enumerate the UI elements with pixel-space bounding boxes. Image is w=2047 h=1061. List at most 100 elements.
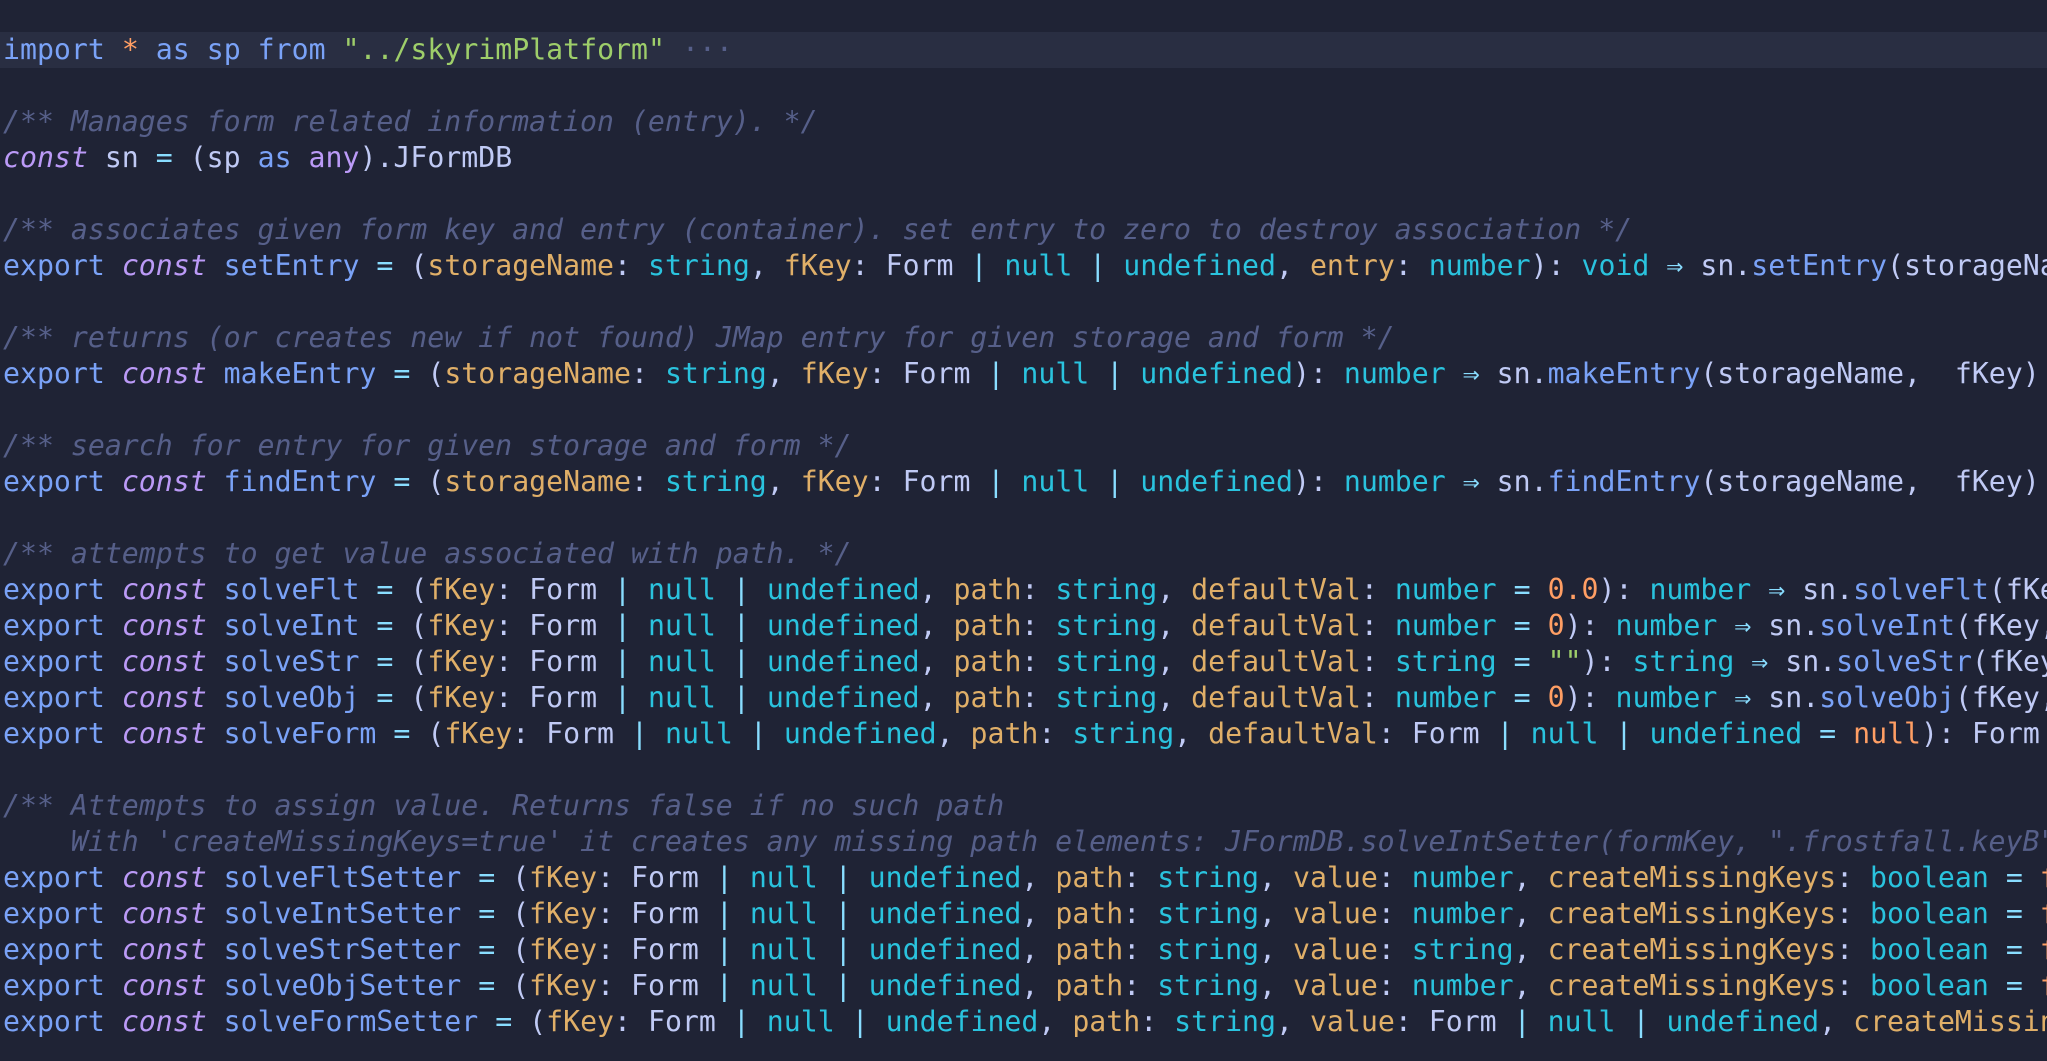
code-line[interactable]: /** attempts to get value associated wit…	[0, 536, 2047, 572]
code-line[interactable]: /** Attempts to assign value. Returns fa…	[0, 788, 2047, 824]
code-token: :	[1123, 969, 1158, 1002]
code-line[interactable]: /** associates given form key and entry …	[0, 212, 2047, 248]
code-line-active[interactable]: import * as sp from "../skyrimPlatform" …	[0, 32, 2047, 68]
code-token: :	[1377, 933, 1412, 966]
code-token: const	[121, 861, 207, 894]
code-token: ,	[749, 249, 784, 282]
code-line[interactable]: export const solveFlt = (fKey: Form | nu…	[0, 572, 2047, 608]
code-line[interactable]	[0, 176, 2047, 212]
code-token: :	[1836, 897, 1871, 930]
code-token: export	[3, 573, 105, 606]
code-line[interactable]: /** Manages form related information (en…	[0, 104, 2047, 140]
code-token: ,	[919, 681, 954, 714]
code-token: (	[512, 1005, 547, 1038]
code-token: |	[715, 969, 733, 1002]
code-line[interactable]: /** returns (or creates new if not found…	[0, 320, 2047, 356]
code-token: (	[410, 357, 445, 390]
code-token: sn.	[1768, 645, 1837, 678]
code-token: ,	[1021, 969, 1056, 1002]
code-line[interactable]: export const findEntry = (storageName: s…	[0, 464, 2047, 500]
code-token: fKey	[427, 573, 496, 606]
code-token: number	[1394, 573, 1497, 606]
code-token: fKey	[546, 1005, 615, 1038]
code-line[interactable]	[0, 284, 2047, 320]
code-token: number	[1428, 249, 1531, 282]
code-line[interactable]: export const solveObj = (fKey: Form | nu…	[0, 680, 2047, 716]
code-token: :	[631, 357, 665, 390]
code-token: : Form	[597, 861, 716, 894]
code-token: |	[851, 1005, 869, 1038]
code-line[interactable]	[0, 392, 2047, 428]
code-line[interactable]: export const solveFltSetter = (fKey: For…	[0, 860, 2047, 896]
code-token: ): Form	[1921, 717, 2047, 750]
code-token: const	[121, 717, 207, 750]
fold-ellipsis-icon[interactable]: ···	[665, 33, 733, 66]
code-line[interactable]	[0, 500, 2047, 536]
code-line[interactable]: const sn = (sp as any).JFormDB	[0, 140, 2047, 176]
code-line[interactable]: export const makeEntry = (storageName: s…	[0, 356, 2047, 392]
code-token: fKey	[427, 609, 496, 642]
code-token: fKey	[444, 717, 513, 750]
code-line[interactable]: export const solveStrSetter = (fKey: For…	[0, 932, 2047, 968]
code-token: ⇒	[1751, 645, 1769, 678]
code-token: as	[257, 141, 292, 174]
code-token: const	[121, 249, 207, 282]
code-token: =	[495, 1005, 513, 1038]
code-token: string	[1157, 969, 1260, 1002]
code-line[interactable]	[0, 752, 2047, 788]
code-token: createMissingKeys	[1547, 969, 1837, 1002]
code-token: |	[732, 573, 750, 606]
code-line[interactable]: export const solveForm = (fKey: Form | n…	[0, 716, 2047, 752]
code-token: |	[987, 357, 1005, 390]
code-line[interactable]: export const solveIntSetter = (fKey: For…	[0, 896, 2047, 932]
code-token: :	[1123, 861, 1158, 894]
code-editor[interactable]: import * as sp from "../skyrimPlatform" …	[0, 0, 2047, 1061]
code-token: null	[1853, 717, 1922, 750]
code-token: path	[1055, 897, 1124, 930]
code-line[interactable]: export const solveObjSetter = (fKey: For…	[0, 968, 2047, 1004]
code-token: storageName	[427, 249, 615, 282]
code-token: :	[1360, 645, 1395, 678]
code-token: fKey	[427, 645, 496, 678]
code-line[interactable]	[0, 68, 2047, 104]
code-line[interactable]: export const setEntry = (storageName: st…	[0, 248, 2047, 284]
code-line[interactable]: /** search for entry for given storage a…	[0, 428, 2047, 464]
code-token: : Form	[851, 249, 971, 282]
code-line[interactable]: export const solveStr = (fKey: Form | nu…	[0, 644, 2047, 680]
code-token: ,	[1513, 897, 1548, 930]
code-token: string	[1055, 609, 1158, 642]
code-token: /** attempts to get value associated wit…	[3, 537, 852, 570]
code-line[interactable]: With 'createMissingKeys=true' it creates…	[0, 824, 2047, 860]
code-token: ,	[1021, 897, 1056, 930]
code-token: number	[1615, 681, 1718, 714]
code-token: setEntry	[223, 249, 360, 282]
code-line[interactable]: export const solveInt = (fKey: Form | nu…	[0, 608, 2047, 644]
code-token: |	[732, 609, 750, 642]
code-token: ,	[936, 717, 971, 750]
code-token: |	[715, 933, 733, 966]
code-line[interactable]: export const solveFormSetter = (fKey: Fo…	[0, 1004, 2047, 1040]
code-token: string	[1055, 645, 1158, 678]
code-token: |	[834, 933, 852, 966]
code-token: string	[647, 249, 750, 282]
code-token: (storageName, fKey)	[1700, 357, 2040, 390]
